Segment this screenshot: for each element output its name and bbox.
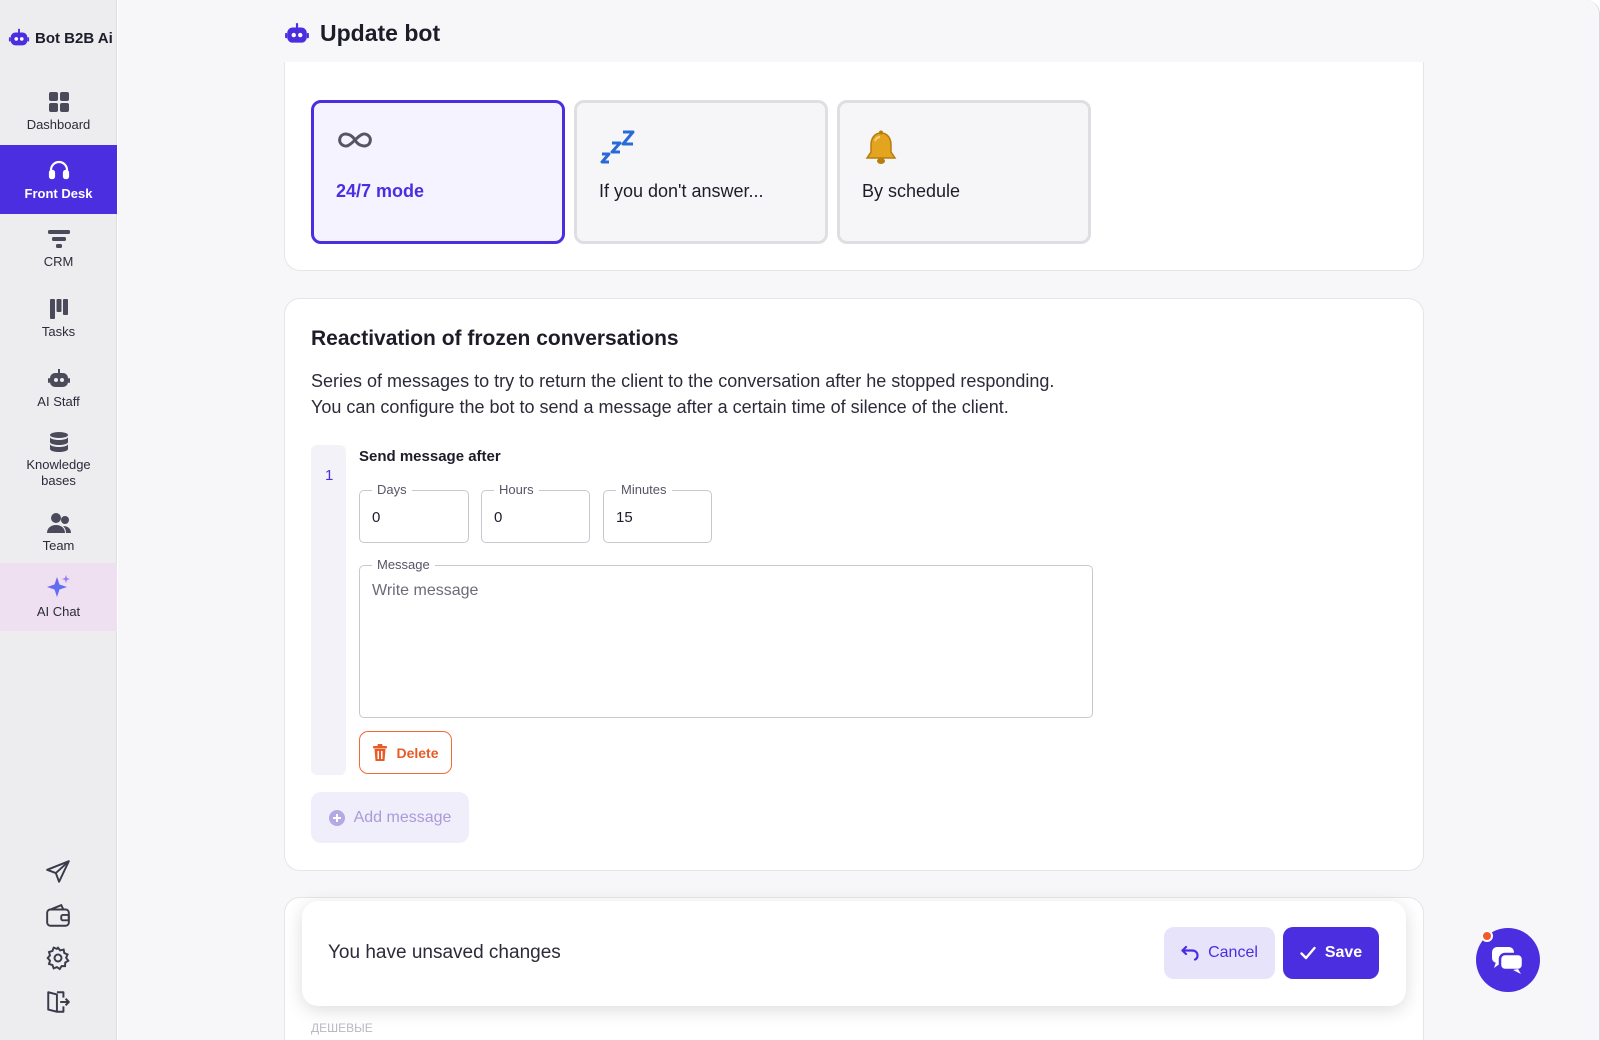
sidebar-item-front-desk[interactable]: Front Desk [0,145,117,214]
add-message-label: Add message [353,808,452,826]
infinity-icon [338,132,372,148]
database-icon [49,432,68,452]
message-textarea[interactable]: Message Write message [359,557,1093,718]
message-label: Message [372,557,435,572]
logout-icon[interactable] [44,988,72,1016]
unsaved-changes-bar: You have unsaved changes Cancel Save [302,901,1406,1006]
mode-label: 24/7 mode [336,181,425,201]
brand[interactable]: Bot B2B Ai [8,27,113,49]
plus-circle-icon [328,809,345,826]
wallet-icon[interactable] [44,902,72,930]
zzz-icon [600,130,635,164]
sidebar-item-crm[interactable]: CRM [0,216,117,282]
days-field[interactable]: Days 0 [359,482,469,543]
page-title: Update bot [320,20,441,46]
funnel-icon [47,230,70,248]
sidebar-item-label: CRM [43,254,74,269]
team-icon [46,513,71,533]
sidebar-item-label: AI Staff [37,394,80,409]
sidebar-item-label: Team [42,538,75,553]
minutes-value: 15 [616,509,633,526]
sidebar-item-ai-chat[interactable]: AI Chat [0,563,117,631]
next-card-text: ДЕШЕВЫЕ [311,1021,373,1035]
sidebar: Bot B2B Ai Dashboard Front Desk CRM Task… [0,0,117,1040]
sidebar-item-label: Knowledge bases [26,457,91,488]
hours-label: Hours [494,482,539,497]
settings-icon[interactable] [44,944,72,972]
trash-icon [373,743,388,761]
robot-icon [8,28,30,46]
sidebar-item-label: AI Chat [36,604,81,619]
chat-bubbles-icon [1492,947,1525,974]
cancel-label: Cancel [1208,944,1258,961]
unsaved-text: You have unsaved changes [328,942,561,963]
mode-option-schedule[interactable]: By schedule [837,100,1091,244]
add-message-button[interactable]: Add message [311,792,469,843]
mode-label: By schedule [862,181,961,201]
save-button[interactable]: Save [1283,927,1379,979]
page-header: Update bot [284,20,440,47]
days-value: 0 [372,509,381,526]
sidebar-item-ai-staff[interactable]: AI Staff [0,356,117,422]
step-rail [311,445,346,775]
brand-name: Bot B2B Ai [35,29,113,47]
robot-icon [285,22,309,43]
sidebar-item-label: Dashboard [26,117,91,132]
sidebar-item-knowledge-bases[interactable]: Knowledge bases [0,424,117,496]
sidebar-item-label: Front Desk [24,185,93,201]
sparkle-icon [46,575,70,597]
reactivation-description: Series of messages to try to return the … [311,368,1111,420]
save-label: Save [1324,944,1363,961]
delete-button[interactable]: Delete [359,731,452,774]
description-line: You can configure the bot to send a mess… [311,397,1009,417]
robot-icon [47,369,70,387]
mode-label: If you don't answer... [599,181,764,201]
check-icon [1300,946,1316,960]
minutes-field[interactable]: Minutes 15 [603,482,712,543]
undo-icon [1181,945,1199,961]
minutes-label: Minutes [616,482,672,497]
reactivation-title: Reactivation of frozen conversations [311,327,679,350]
mode-option-24-7[interactable]: 24/7 mode [311,100,565,244]
delete-label: Delete [396,744,439,761]
hours-field[interactable]: Hours 0 [481,482,590,543]
sidebar-item-team[interactable]: Team [0,500,117,566]
dashboard-grid-icon [48,92,69,112]
description-line: Series of messages to try to return the … [311,371,1055,391]
days-label: Days [372,482,412,497]
headset-icon [48,160,69,179]
step-number: 1 [325,467,334,484]
hours-value: 0 [494,509,503,526]
cancel-button[interactable]: Cancel [1164,927,1275,979]
send-after-label: Send message after [359,448,501,465]
bell-icon [865,130,897,164]
sidebar-item-tasks[interactable]: Tasks [0,286,117,352]
sidebar-item-label: Tasks [41,324,76,339]
message-placeholder: Write message [372,582,479,599]
send-icon[interactable] [44,858,72,886]
sidebar-item-dashboard[interactable]: Dashboard [0,78,117,146]
kanban-icon [49,299,68,319]
notification-badge [1481,930,1493,942]
mode-option-no-answer[interactable]: If you don't answer... [574,100,828,244]
